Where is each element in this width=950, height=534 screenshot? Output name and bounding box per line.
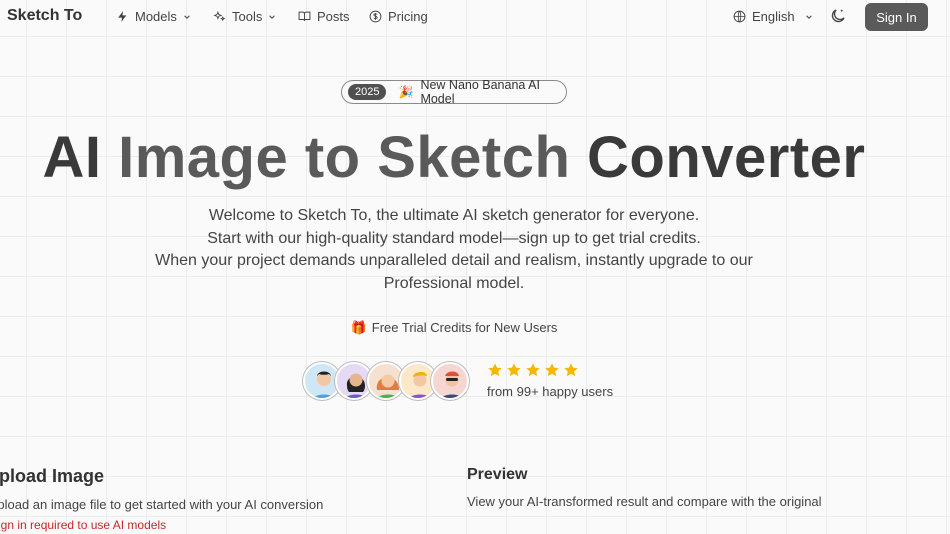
nav-models[interactable]: Models	[116, 9, 191, 24]
top-navbar: Sketch To Models Tools Posts Pricing Eng…	[0, 0, 950, 33]
title-part-converter: Converter	[570, 125, 866, 190]
preview-heading: Preview	[467, 466, 528, 483]
desc-line-1: Welcome to Sketch To, the ultimate AI sk…	[208, 207, 700, 224]
happy-users-text: from 99+ happy users	[487, 384, 614, 399]
trial-text: Free Trial Credits for New Users	[371, 320, 558, 335]
moon-icon[interactable]	[829, 7, 847, 25]
badge-year: 2025	[348, 84, 387, 100]
rating-stars	[487, 362, 579, 378]
signin-required-warning: Sign in required to use AI models	[0, 518, 167, 532]
chevron-down-icon	[805, 14, 812, 19]
upload-description: Upload an image file to get started with…	[0, 497, 324, 512]
title-part-image-to-sketch: Image to Sketch	[118, 125, 571, 190]
gift-icon: 🎁	[350, 320, 367, 335]
star-icon	[526, 363, 540, 377]
chevron-down-icon	[184, 14, 190, 19]
star-icon	[564, 363, 578, 377]
nav-tools-label: Tools	[232, 9, 263, 24]
free-trial-note: 🎁 Free Trial Credits for New Users	[0, 320, 908, 336]
brand-logo[interactable]: Sketch To	[7, 7, 82, 25]
nav-pricing-label: Pricing	[388, 9, 428, 24]
nav-posts[interactable]: Posts	[298, 9, 350, 24]
desc-line-2: Start with our high-quality standard mod…	[207, 229, 701, 247]
globe-icon	[733, 10, 746, 23]
dollar-circle-icon	[369, 10, 382, 23]
page-title: AI Image to Sketch Converter	[0, 124, 908, 191]
sparkles-icon	[213, 10, 226, 22]
hero-description: Welcome to Sketch To, the ultimate AI sk…	[120, 205, 788, 295]
title-part-ai: AI	[42, 125, 119, 190]
star-icon	[488, 363, 502, 377]
nav-models-label: Models	[135, 9, 177, 24]
upload-heading: Upload Image	[0, 466, 105, 486]
chevron-down-icon	[269, 14, 276, 19]
nav-posts-label: Posts	[317, 9, 350, 24]
language-label: English	[752, 9, 795, 24]
party-popper-icon: 🎉	[398, 85, 414, 99]
nav-pricing[interactable]: Pricing	[369, 9, 428, 24]
book-icon	[298, 11, 311, 21]
language-selector[interactable]: English	[733, 9, 813, 24]
badge-text: New Nano Banana AI Model	[420, 78, 540, 106]
avatar	[431, 362, 469, 400]
new-model-badge[interactable]: 2025 🎉 New Nano Banana AI Model	[341, 78, 567, 106]
bolt-icon	[118, 11, 127, 22]
desc-line-3: When your project demands unparalleled d…	[155, 252, 753, 292]
star-icon	[507, 363, 521, 377]
star-icon	[545, 363, 559, 377]
preview-description: View your AI-transformed result and comp…	[467, 494, 822, 509]
sign-in-button[interactable]: Sign In	[865, 3, 928, 31]
nav-tools[interactable]: Tools	[213, 9, 276, 24]
